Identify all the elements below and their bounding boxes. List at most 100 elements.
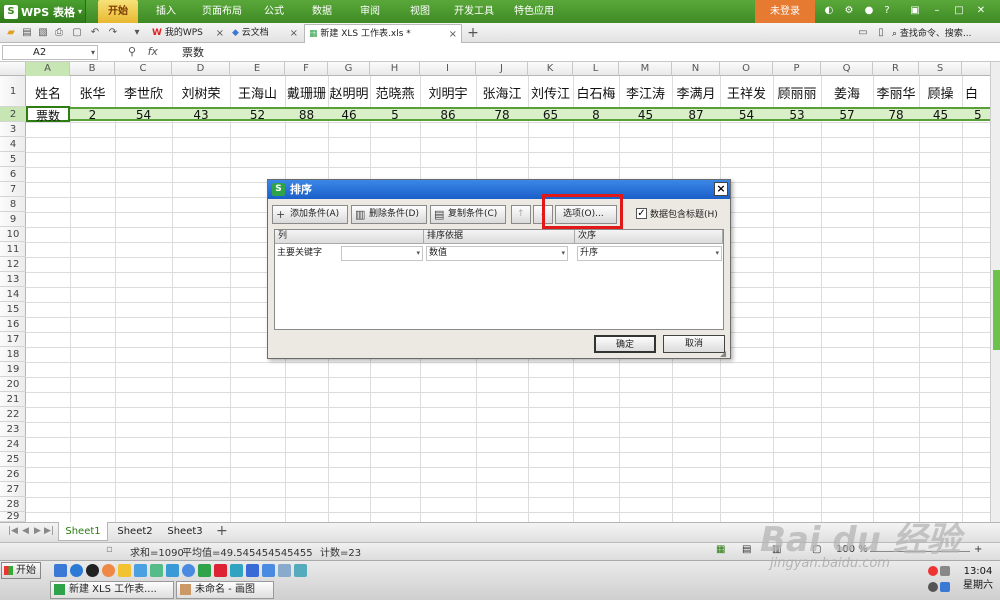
row-header[interactable]: 19: [0, 362, 26, 377]
column-header[interactable]: S: [919, 62, 962, 76]
cell-m1[interactable]: 李江涛: [619, 83, 672, 102]
column-header[interactable]: P: [773, 62, 821, 76]
cell-k1[interactable]: 刘传江: [528, 83, 573, 102]
row-header[interactable]: 24: [0, 437, 26, 452]
select-all-corner[interactable]: [0, 62, 26, 76]
row-header[interactable]: 27: [0, 482, 26, 497]
sheet-tab-1[interactable]: Sheet1: [58, 522, 108, 541]
cell-n1[interactable]: 李满月: [672, 83, 720, 102]
cell-h1[interactable]: 范晓燕: [370, 83, 420, 102]
wps-s-icon[interactable]: [230, 564, 243, 577]
row-header[interactable]: 16: [0, 317, 26, 332]
menu-developer[interactable]: 开发工具: [450, 0, 498, 23]
media-icon[interactable]: [166, 564, 179, 577]
cell-l2[interactable]: 8: [573, 108, 619, 122]
move-up-button[interactable]: ↑: [511, 205, 531, 224]
ie-icon[interactable]: [70, 564, 83, 577]
row-header[interactable]: 28: [0, 497, 26, 512]
cell-p1[interactable]: 顾丽丽: [773, 83, 821, 102]
column-header[interactable]: R: [873, 62, 919, 76]
tab-cloud[interactable]: ◆ 云文档 ×: [228, 24, 302, 43]
add-sheet-icon[interactable]: +: [216, 523, 228, 539]
last-sheet-icon[interactable]: ▶|: [44, 526, 54, 536]
header-row-checkbox[interactable]: ✓: [636, 208, 647, 219]
column-header[interactable]: M: [619, 62, 672, 76]
normal-view-icon[interactable]: ▦: [716, 544, 725, 555]
player-icon[interactable]: [262, 564, 275, 577]
cancel-button[interactable]: 取消: [663, 335, 725, 353]
tab-my-wps[interactable]: W 我的WPS ×: [148, 24, 228, 43]
row-header[interactable]: 4: [0, 137, 26, 152]
wps-writer-icon[interactable]: [214, 564, 227, 577]
row-header[interactable]: 17: [0, 332, 26, 347]
zoom-in-icon[interactable]: +: [974, 544, 982, 555]
ie2-icon[interactable]: [182, 564, 195, 577]
cell-r2[interactable]: 78: [873, 108, 919, 122]
cell-a2[interactable]: 票数: [26, 107, 70, 124]
menu-special[interactable]: 特色应用: [510, 0, 558, 23]
column-header[interactable]: K: [528, 62, 573, 76]
row-header[interactable]: 7: [0, 182, 26, 197]
cell-r1[interactable]: 李丽华: [873, 83, 919, 102]
row-header[interactable]: 18: [0, 347, 26, 362]
row-header[interactable]: 6: [0, 167, 26, 182]
chevron-down-icon[interactable]: ▾: [91, 46, 95, 59]
network-icon[interactable]: [928, 582, 938, 592]
column-header[interactable]: H: [370, 62, 420, 76]
comment-icon[interactable]: ▯: [874, 26, 888, 40]
cell-f1[interactable]: 戴珊珊: [285, 83, 328, 102]
taskbar-item-excel[interactable]: 新建 XLS 工作表....: [50, 581, 174, 599]
zoom-icon[interactable]: ⚲: [128, 45, 136, 58]
cell-o2[interactable]: 54: [720, 108, 773, 122]
row-header[interactable]: 25: [0, 452, 26, 467]
browser-icon[interactable]: [102, 564, 115, 577]
row-header[interactable]: 12: [0, 257, 26, 272]
ok-button[interactable]: 确定: [594, 335, 656, 353]
cell-q2[interactable]: 57: [821, 108, 873, 122]
settings-icon[interactable]: ⚙: [842, 4, 856, 18]
menu-data[interactable]: 数据: [306, 0, 338, 23]
row-header[interactable]: 29: [0, 512, 26, 522]
row-header[interactable]: 5: [0, 152, 26, 167]
cell-o1[interactable]: 王祥发: [720, 83, 773, 102]
cell-l1[interactable]: 白石梅: [573, 83, 619, 102]
fx-icon[interactable]: fx: [148, 45, 158, 58]
new-tab-icon[interactable]: +: [466, 26, 480, 40]
cell-t1[interactable]: 白: [962, 83, 990, 102]
save-icon[interactable]: ▤: [20, 26, 34, 40]
page-break-view-icon[interactable]: ▤: [742, 544, 751, 555]
column-header[interactable]: O: [720, 62, 773, 76]
sort-basis-select[interactable]: 数值 ▾: [426, 246, 568, 261]
menu-insert[interactable]: 插入: [148, 0, 184, 23]
command-search[interactable]: ⌕ 查找命令、搜索...: [892, 26, 972, 39]
chat-icon[interactable]: [150, 564, 163, 577]
cell-i1[interactable]: 刘明宇: [420, 83, 476, 102]
restore-icon[interactable]: ▣: [908, 4, 922, 18]
cell-g1[interactable]: 赵明明: [328, 83, 370, 102]
cell-d2[interactable]: 43: [172, 108, 230, 122]
row-header[interactable]: 20: [0, 377, 26, 392]
desktop-icon[interactable]: [54, 564, 67, 577]
column-header[interactable]: C: [115, 62, 172, 76]
add-condition-button[interactable]: + 添加条件(A): [272, 205, 348, 224]
first-sheet-icon[interactable]: |◀: [8, 526, 18, 536]
chevron-down-icon[interactable]: ▾: [561, 247, 565, 260]
tool-icon[interactable]: [294, 564, 307, 577]
menu-home[interactable]: 开始: [98, 0, 138, 23]
column-header[interactable]: E: [230, 62, 285, 76]
cell-j1[interactable]: 张海江: [476, 83, 528, 102]
menu-view[interactable]: 视图: [404, 0, 436, 23]
row-header[interactable]: 10: [0, 227, 26, 242]
tab-close-icon[interactable]: ×: [216, 24, 224, 43]
cell-e2[interactable]: 52: [230, 108, 285, 122]
folder-icon[interactable]: [118, 564, 131, 577]
sort-order-select[interactable]: 升序 ▾: [577, 246, 722, 261]
menu-formula[interactable]: 公式: [258, 0, 290, 23]
preview-icon[interactable]: ▢: [70, 26, 84, 40]
login-button[interactable]: 未登录: [755, 0, 815, 23]
minimize-icon[interactable]: –: [930, 4, 944, 18]
cell-c1[interactable]: 李世欣: [115, 83, 172, 102]
paint-icon[interactable]: [278, 564, 291, 577]
column-header[interactable]: J: [476, 62, 528, 76]
menu-review[interactable]: 审阅: [354, 0, 386, 23]
